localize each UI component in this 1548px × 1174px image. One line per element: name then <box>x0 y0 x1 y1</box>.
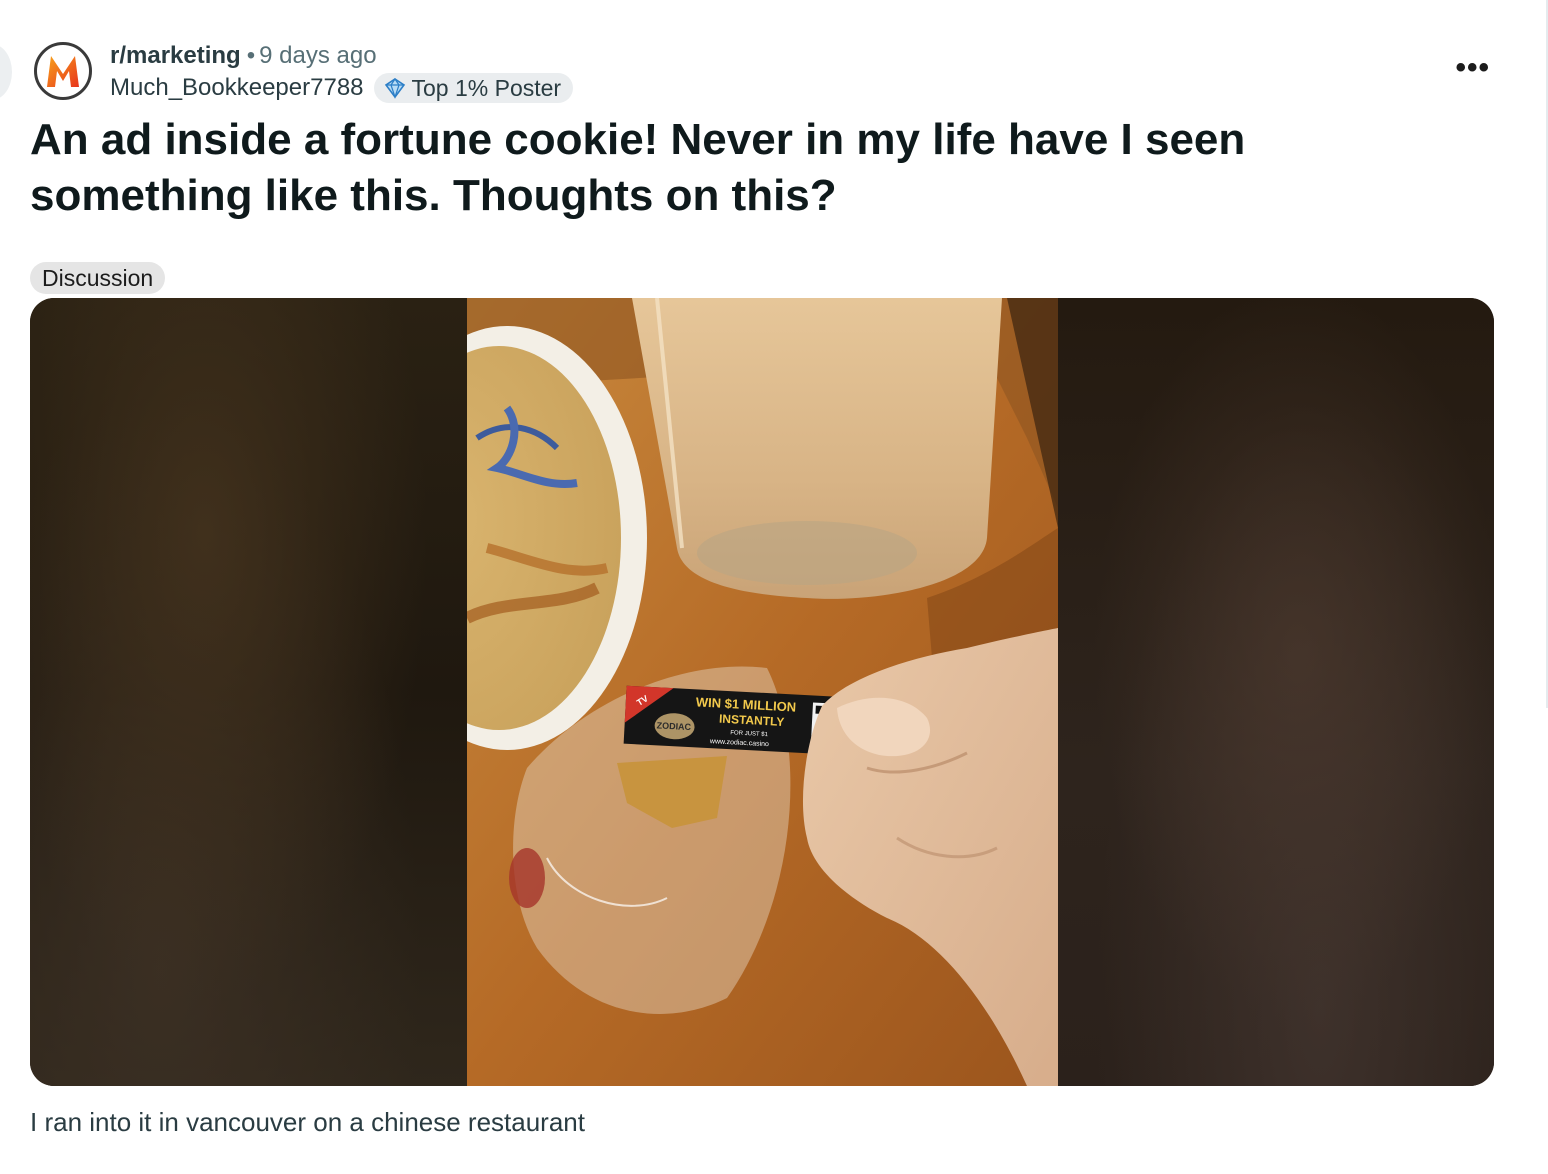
ad-logo: ZODIAC <box>656 720 691 732</box>
meta-line-2: Much_Bookkeeper7788 Top 1% Poster <box>110 72 574 104</box>
subreddit-avatar[interactable] <box>34 42 92 100</box>
fortune-cookie-photo: TV ZODIAC WIN $1 MILLION INSTANTLY FOR J… <box>367 298 1058 1086</box>
top-poster-icon <box>384 77 405 99</box>
post-body-text: I ran into it in vancouver on a chinese … <box>30 1107 585 1137</box>
media-blur-backdrop-left <box>30 298 467 1086</box>
post-time: 9 days ago <box>259 42 377 69</box>
post-media[interactable]: TV ZODIAC WIN $1 MILLION INSTANTLY FOR J… <box>30 298 1494 1086</box>
author-link[interactable]: Much_Bookkeeper7788 <box>110 72 364 104</box>
author-flair-label: Top 1% Poster <box>411 75 562 101</box>
subreddit-avatar-m-icon <box>47 56 79 87</box>
post-title[interactable]: An ad inside a fortune cookie! Never in … <box>30 112 1330 224</box>
post-meta: r/marketing • 9 days ago Much_Bookkeeper77… <box>110 40 574 104</box>
left-edge-control <box>0 44 12 100</box>
post-photo[interactable]: TV ZODIAC WIN $1 MILLION INSTANTLY FOR J… <box>367 298 1058 1086</box>
media-blur-backdrop-right <box>1058 298 1494 1086</box>
meta-separator: • <box>246 42 256 69</box>
post-flair-tag[interactable]: Discussion <box>30 262 166 294</box>
subreddit-link[interactable]: r/marketing <box>110 42 241 69</box>
author-flair-badge: Top 1% Poster <box>373 73 574 103</box>
more-options-icon[interactable]: ••• <box>1455 53 1490 83</box>
meta-line-1: r/marketing • 9 days ago <box>110 40 573 72</box>
